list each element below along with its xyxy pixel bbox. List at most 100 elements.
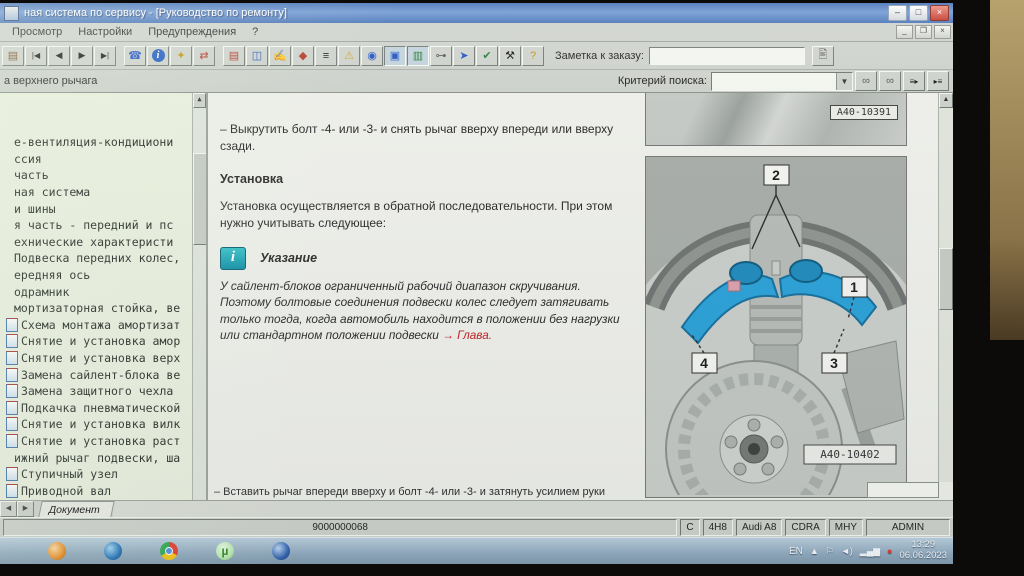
sidebar-item-wheels-tires[interactable]: и шины — [0, 200, 193, 217]
sidebar-item-remove-fork[interactable]: Снятие и установка вилк — [0, 416, 193, 433]
vehicle-icon: ⊶ — [436, 49, 447, 62]
document-icon — [6, 334, 18, 348]
maximize-button[interactable]: □ — [909, 5, 928, 21]
sidebar-item-lower-arm[interactable]: ижний рычаг подвески, ша — [0, 449, 193, 466]
utorrent-icon[interactable]: µ — [216, 542, 234, 560]
menu-warnings[interactable]: Предупреждения — [140, 25, 244, 39]
tab-document[interactable]: Документ — [38, 501, 114, 517]
note-text: У сайлент-блоков ограниченный рабочий ди… — [220, 278, 628, 344]
document-icon — [6, 351, 18, 365]
sidebar-item-ventilation[interactable]: е-вентиляция-кондициони — [0, 134, 193, 151]
key-button[interactable]: ✦ — [170, 46, 192, 66]
document-icon — [6, 467, 18, 481]
key-query-button[interactable]: ? — [522, 46, 544, 66]
checklist-button[interactable]: ✔ — [476, 46, 498, 66]
wiring-book-button[interactable]: ◆ — [292, 46, 314, 66]
document-icon — [6, 484, 18, 498]
sidebar-item-replace-boot[interactable]: Замена защитного чехла — [0, 383, 193, 400]
warning-button[interactable]: ⚠ — [338, 46, 360, 66]
sidebar-item-replace-bushing[interactable]: Замена сайлент-блока ве — [0, 366, 193, 383]
mdi-close-button[interactable]: × — [934, 25, 951, 39]
tab-scroll-left-icon[interactable]: ◀ — [0, 501, 17, 517]
pricing-button[interactable]: ▥ — [407, 46, 429, 66]
info-button[interactable]: i — [147, 46, 169, 66]
mdi-minimize-button[interactable]: _ — [896, 25, 913, 39]
sidebar-item-hub[interactable]: Ступичный узел — [0, 466, 193, 483]
window-title: ная система по сервису - [Руководство по… — [24, 7, 888, 19]
sidebar-item-chassis[interactable]: часть — [0, 167, 193, 184]
media-player-icon[interactable] — [48, 542, 66, 560]
protocol-button[interactable]: ≡ — [315, 46, 337, 66]
document-header: а верхнего рычага — [0, 75, 210, 87]
menu-help[interactable]: ? — [244, 25, 266, 39]
horizontal-scrollbar[interactable] — [867, 482, 939, 498]
document-scrollbar[interactable]: ▲ — [938, 93, 953, 482]
order-note-input[interactable] — [649, 47, 805, 65]
sidebar-item-remove-upper-arm[interactable]: Снятие и установка верх — [0, 350, 193, 367]
taskbar: µ EN ▲ ⚐ ◄) ▂▄▆ ● 13:29 06.06.2023 — [0, 537, 953, 564]
scroll-up-icon[interactable]: ▲ — [193, 93, 206, 108]
alert-icon[interactable]: ● — [887, 546, 892, 556]
callout-3: 3 — [830, 355, 838, 371]
manual-open-button[interactable]: ◫ — [246, 46, 268, 66]
document-button[interactable]: ▤ — [2, 46, 24, 66]
tray-chevron-icon[interactable]: ▲ — [810, 546, 819, 556]
order-note-button[interactable]: 🖹 — [812, 46, 834, 66]
sidebar-item-front-suspension[interactable]: Подвеска передних колес, — [0, 250, 193, 267]
vehicle-search-button[interactable]: ➤ — [453, 46, 475, 66]
active-app-icon[interactable] — [272, 542, 290, 560]
figure-suspension: 2 1 3 4 A40-10402 — [645, 156, 907, 498]
menu-view[interactable]: Просмотр — [4, 25, 70, 39]
taskbar-clock[interactable]: 13:29 06.06.2023 — [899, 540, 947, 562]
mdi-restore-button[interactable]: ❐ — [915, 25, 932, 39]
last-page-button[interactable]: ▶| — [94, 46, 116, 66]
document-scrollbar-thumb[interactable] — [939, 248, 953, 310]
search-criteria-combobox[interactable]: ▼ — [711, 72, 853, 91]
tree-scrollbar-thumb[interactable] — [193, 153, 208, 245]
sidebar-item-pneumatic[interactable]: Подкачка пневматической — [0, 400, 193, 417]
jump-previous-button[interactable]: ▸≡ — [927, 71, 949, 91]
flag-icon[interactable]: ⚐ — [826, 546, 834, 557]
sidebar-item-subframe[interactable]: одрамник — [0, 283, 193, 300]
figure-top-label: A40-10391 — [830, 105, 898, 120]
tab-scroll-right-icon[interactable]: ▶ — [17, 501, 34, 517]
contact-button[interactable]: ✍ — [269, 46, 291, 66]
next-page-button[interactable]: ▶ — [71, 46, 93, 66]
phone-button[interactable]: ☎ — [124, 46, 146, 66]
chapter-link[interactable]: → Глава. — [442, 328, 492, 342]
find-button[interactable]: ∞ — [855, 71, 877, 91]
sidebar-item-remove-link[interactable]: Снятие и установка раст — [0, 433, 193, 450]
sidebar-item-tech-data[interactable]: ехнические характеристи — [0, 234, 193, 251]
transfer-button[interactable]: ⇄ — [193, 46, 215, 66]
wall-background — [990, 0, 1024, 340]
tree-scrollbar[interactable]: ▲ — [192, 93, 206, 500]
scroll-up-icon[interactable]: ▲ — [939, 93, 953, 108]
find-next-button[interactable]: ∞ — [879, 71, 901, 91]
sidebar-item-driveshaft[interactable]: Приводной вал — [0, 482, 193, 499]
sidebar-item-strut-diagram[interactable]: Схема монтажа амортизат — [0, 317, 193, 334]
vehicle-button[interactable]: ⊶ — [430, 46, 452, 66]
sidebar-item-strut[interactable]: мортизаторная стойка, ве — [0, 300, 193, 317]
service-tools-button[interactable]: ⚒ — [499, 46, 521, 66]
parts-box-button[interactable]: ▣ — [384, 46, 406, 66]
sidebar-item-front-awd[interactable]: я часть - передний и пс — [0, 217, 193, 234]
volume-icon[interactable]: ◄) — [841, 546, 853, 556]
repair-manual-button[interactable]: ▤ — [223, 46, 245, 66]
chrome-icon[interactable] — [160, 542, 178, 560]
sidebar-item-transmission[interactable]: ссия — [0, 151, 193, 168]
globe-button[interactable]: ◉ — [361, 46, 383, 66]
browser-icon[interactable] — [104, 542, 122, 560]
close-button[interactable]: × — [930, 5, 949, 21]
minimize-button[interactable]: – — [888, 5, 907, 21]
jump-next-button[interactable]: ≡▸ — [903, 71, 925, 91]
menu-settings[interactable]: Настройки — [70, 25, 140, 39]
first-page-button[interactable]: |◀ — [25, 46, 47, 66]
previous-page-button[interactable]: ◀ — [48, 46, 70, 66]
sidebar-item-brake-system[interactable]: ная система — [0, 184, 193, 201]
sidebar-item-rear-suspension[interactable]: Подвеска задних колес, п — [0, 499, 193, 500]
language-indicator[interactable]: EN — [789, 546, 803, 557]
chevron-down-icon[interactable]: ▼ — [836, 73, 852, 90]
network-icon[interactable]: ▂▄▆ — [860, 546, 880, 557]
sidebar-item-remove-strut[interactable]: Снятие и установка амор — [0, 333, 193, 350]
sidebar-item-front-axle[interactable]: ередняя ось — [0, 267, 193, 284]
